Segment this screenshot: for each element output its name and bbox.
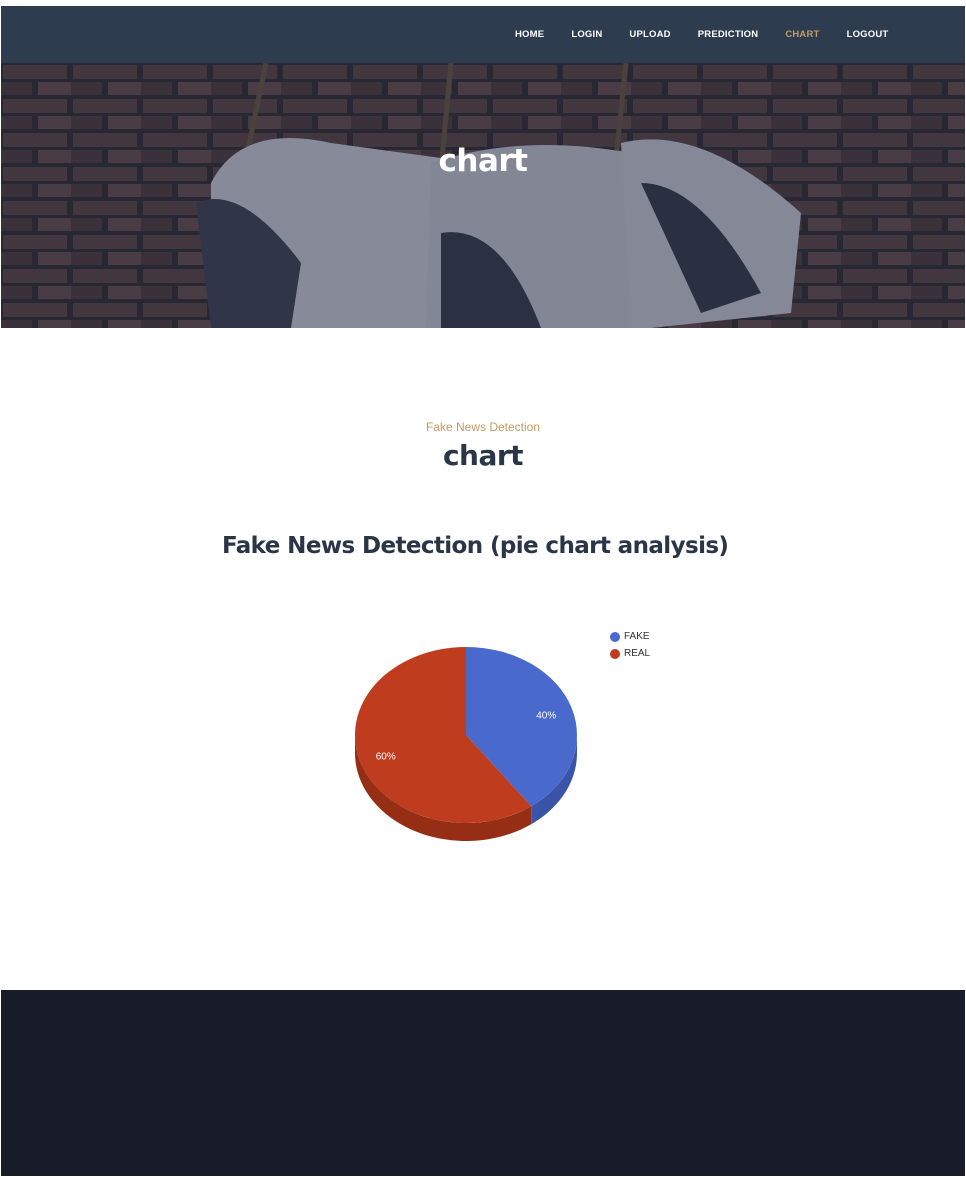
legend-item-fake: FAKE (610, 628, 650, 645)
pie-label-fake: 40% (536, 710, 556, 721)
top-navbar: HOME LOGIN UPLOAD PREDICTION CHART LOGOU… (1, 6, 965, 63)
nav-item-logout[interactable]: LOGOUT (847, 29, 889, 40)
legend-label-fake: FAKE (624, 631, 650, 642)
pie-chart: 40% 60% (355, 647, 577, 841)
nav-item-home[interactable]: HOME (515, 29, 544, 40)
nav-menu: HOME LOGIN UPLOAD PREDICTION CHART LOGOU… (515, 6, 915, 63)
page-frame: HOME LOGIN UPLOAD PREDICTION CHART LOGOU… (1, 6, 965, 1176)
nav-item-prediction[interactable]: PREDICTION (698, 29, 759, 40)
legend-swatch-real (610, 648, 620, 659)
legend-swatch-fake (610, 631, 620, 642)
section-title: chart (442, 439, 524, 472)
nav-item-upload[interactable]: UPLOAD (629, 29, 670, 40)
chart-heading: Fake News Detection (pie chart analysis) (222, 533, 729, 559)
nav-item-chart[interactable]: CHART (785, 29, 819, 40)
legend-label-real: REAL (624, 648, 651, 659)
hero-overlay (1, 63, 965, 328)
legend-item-real: REAL (610, 645, 650, 662)
hero-title: chart (438, 143, 528, 179)
hero-banner: chart (1, 63, 965, 328)
nav-item-login[interactable]: LOGIN (571, 29, 602, 40)
chart-legend: FAKE REAL (610, 628, 650, 662)
section-eyebrow: Fake News Detection (425, 420, 541, 434)
pie-label-real: 60% (376, 752, 396, 763)
footer (1, 990, 965, 1176)
